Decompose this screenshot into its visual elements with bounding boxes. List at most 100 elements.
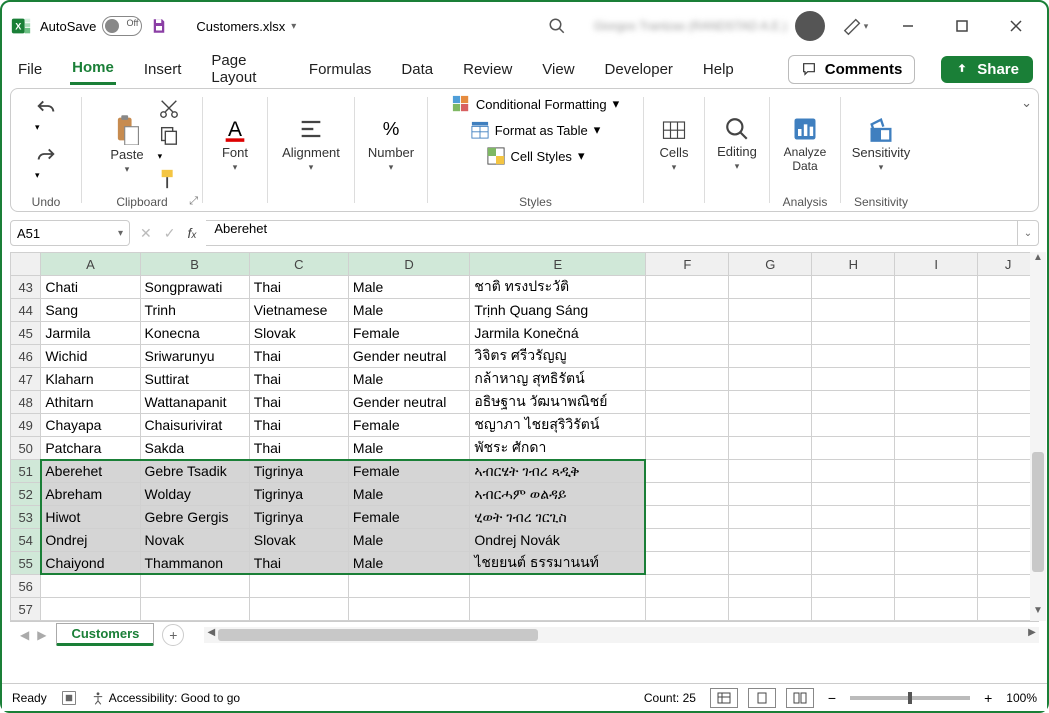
cell-I43[interactable]: [895, 276, 978, 299]
cell-D54[interactable]: Male: [348, 529, 469, 552]
cell-I52[interactable]: [895, 483, 978, 506]
view-normal-button[interactable]: [710, 688, 738, 708]
cell-F47[interactable]: [646, 368, 729, 391]
analyze-data-button[interactable]: Analyze Data: [778, 113, 833, 175]
cell-G44[interactable]: [729, 299, 812, 322]
cell-G55[interactable]: [729, 552, 812, 575]
cell-H44[interactable]: [812, 299, 895, 322]
tab-review[interactable]: Review: [461, 55, 514, 84]
row-header-57[interactable]: 57: [11, 598, 41, 621]
cell-A45[interactable]: Jarmila: [41, 322, 140, 345]
cell-G51[interactable]: [729, 460, 812, 483]
cell-A57[interactable]: [41, 598, 140, 621]
sensitivity-dropdown[interactable]: Sensitivity▾: [846, 113, 917, 175]
cell-F57[interactable]: [646, 598, 729, 621]
cell-I44[interactable]: [895, 299, 978, 322]
col-header-D[interactable]: D: [348, 253, 469, 276]
redo-button[interactable]: ▾: [35, 143, 57, 183]
avatar[interactable]: [795, 11, 825, 41]
cell-A55[interactable]: Chaiyond: [41, 552, 140, 575]
cell-A48[interactable]: Athitarn: [41, 391, 140, 414]
cell-D53[interactable]: Female: [348, 506, 469, 529]
insert-function-icon[interactable]: fx: [187, 225, 196, 241]
cell-E43[interactable]: ชาติ ทรงประวัติ: [470, 276, 646, 299]
cell-A53[interactable]: Hiwot: [41, 506, 140, 529]
cell-I57[interactable]: [895, 598, 978, 621]
cell-B51[interactable]: Gebre Tsadik: [140, 460, 249, 483]
sheet-tab-customers[interactable]: Customers: [56, 623, 154, 646]
cell-A52[interactable]: Abreham: [41, 483, 140, 506]
cell-B55[interactable]: Thammanon: [140, 552, 249, 575]
cell-E57[interactable]: [470, 598, 646, 621]
cell-B46[interactable]: Sriwarunyu: [140, 345, 249, 368]
font-dropdown[interactable]: A Font▾: [215, 113, 255, 175]
maximize-button[interactable]: [939, 6, 985, 46]
cell-I54[interactable]: [895, 529, 978, 552]
cell-I53[interactable]: [895, 506, 978, 529]
expand-formula-bar-button[interactable]: ⌄: [1017, 220, 1039, 246]
cell-B48[interactable]: Wattanapanit: [140, 391, 249, 414]
cell-H45[interactable]: [812, 322, 895, 345]
col-header-G[interactable]: G: [729, 253, 812, 276]
col-header-H[interactable]: H: [812, 253, 895, 276]
cell-F44[interactable]: [646, 299, 729, 322]
cell-D43[interactable]: Male: [348, 276, 469, 299]
cell-G48[interactable]: [729, 391, 812, 414]
enter-formula-icon[interactable]: ✓: [164, 225, 176, 242]
spreadsheet-grid[interactable]: ABCDEFGHIJ43ChatiSongprawatiThaiMaleชาติ…: [10, 252, 1039, 621]
minimize-button[interactable]: [885, 6, 931, 46]
cell-C52[interactable]: Tigrinya: [249, 483, 348, 506]
tab-formulas[interactable]: Formulas: [307, 55, 374, 84]
row-header-48[interactable]: 48: [11, 391, 41, 414]
cell-F45[interactable]: [646, 322, 729, 345]
cell-A56[interactable]: [41, 575, 140, 598]
cell-G50[interactable]: [729, 437, 812, 460]
cell-D46[interactable]: Gender neutral: [348, 345, 469, 368]
vertical-scroll-thumb[interactable]: [1032, 452, 1044, 572]
row-header-56[interactable]: 56: [11, 575, 41, 598]
cell-F55[interactable]: [646, 552, 729, 575]
row-header-46[interactable]: 46: [11, 345, 41, 368]
clipboard-dialog-launcher[interactable]: ⤢: [189, 195, 198, 208]
cell-E56[interactable]: [470, 575, 646, 598]
cell-G49[interactable]: [729, 414, 812, 437]
zoom-slider[interactable]: [850, 696, 970, 700]
formula-bar[interactable]: Aberehet: [206, 220, 1017, 246]
cell-E47[interactable]: กล้าหาญ สุทธิรัตน์: [470, 368, 646, 391]
cell-I46[interactable]: [895, 345, 978, 368]
col-header-B[interactable]: B: [140, 253, 249, 276]
comments-button[interactable]: Comments: [788, 55, 916, 84]
share-button[interactable]: Share: [941, 56, 1033, 83]
cell-E52[interactable]: ኣብርሓም ወልዳይ: [470, 483, 646, 506]
cell-E50[interactable]: พัชระ ศักดา: [470, 437, 646, 460]
cell-A50[interactable]: Patchara: [41, 437, 140, 460]
sheet-nav-prev[interactable]: ◀: [20, 628, 29, 642]
cell-C47[interactable]: Thai: [249, 368, 348, 391]
cell-A54[interactable]: Ondrej: [41, 529, 140, 552]
cut-button[interactable]: [158, 98, 180, 120]
cell-D47[interactable]: Male: [348, 368, 469, 391]
number-dropdown[interactable]: % Number▾: [362, 113, 420, 175]
row-header-50[interactable]: 50: [11, 437, 41, 460]
cell-D44[interactable]: Male: [348, 299, 469, 322]
cell-C56[interactable]: [249, 575, 348, 598]
cell-H55[interactable]: [812, 552, 895, 575]
format-painter-button[interactable]: [158, 168, 180, 190]
cell-B50[interactable]: Sakda: [140, 437, 249, 460]
cell-I49[interactable]: [895, 414, 978, 437]
cell-B43[interactable]: Songprawati: [140, 276, 249, 299]
cell-D51[interactable]: Female: [348, 460, 469, 483]
cell-B56[interactable]: [140, 575, 249, 598]
cell-styles-button[interactable]: Cell Styles▾: [487, 147, 585, 165]
cell-F56[interactable]: [646, 575, 729, 598]
row-header-44[interactable]: 44: [11, 299, 41, 322]
close-button[interactable]: [993, 6, 1039, 46]
cell-F52[interactable]: [646, 483, 729, 506]
cell-I48[interactable]: [895, 391, 978, 414]
cell-G43[interactable]: [729, 276, 812, 299]
zoom-in-button[interactable]: +: [984, 690, 992, 706]
vertical-scrollbar[interactable]: ▲ ▼: [1030, 252, 1046, 621]
scroll-left-arrow[interactable]: ◀: [204, 627, 218, 643]
paste-button[interactable]: Paste▾: [104, 111, 149, 177]
accessibility-status[interactable]: Accessibility: Good to go: [91, 691, 240, 705]
